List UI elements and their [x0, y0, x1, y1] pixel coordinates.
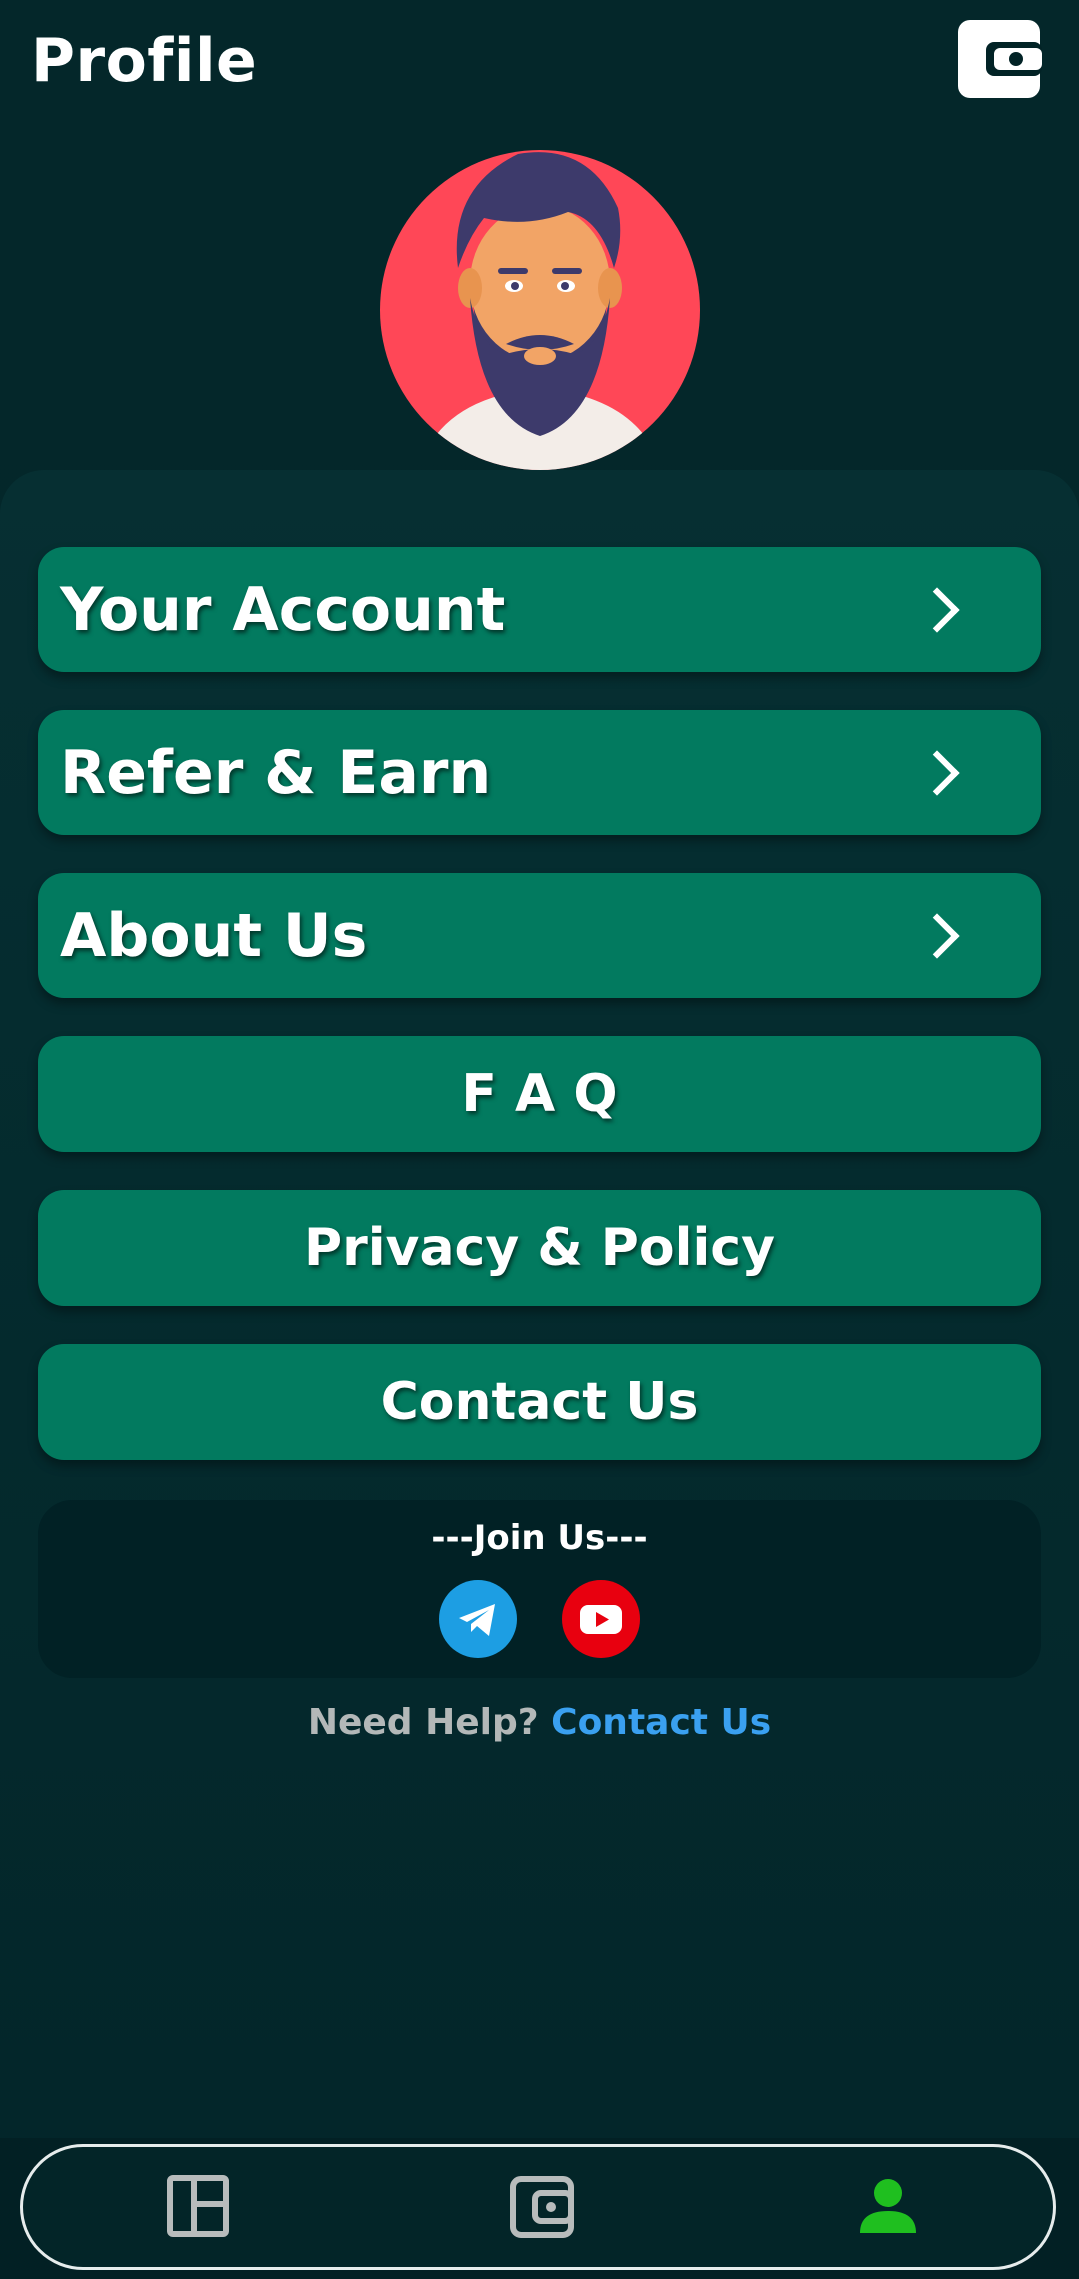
- page-title: Profile: [31, 26, 258, 96]
- nav-wallet[interactable]: [509, 2173, 575, 2239]
- youtube-icon: [580, 1605, 622, 1634]
- help-line: Need Help? Contact Us: [0, 1702, 1079, 1743]
- join-us-card: ---Join Us---: [38, 1500, 1041, 1678]
- wallet-button[interactable]: [956, 18, 1042, 100]
- bottom-nav: [20, 2144, 1056, 2270]
- need-help-text: Need Help?: [307, 1702, 552, 1743]
- your-account-label: Your Account: [60, 574, 506, 645]
- wallet-icon: [510, 2176, 574, 2238]
- contact-us-label: Contact Us: [380, 1372, 699, 1432]
- youtube-button[interactable]: [562, 1580, 640, 1658]
- telegram-icon: [459, 1604, 495, 1636]
- nav-dashboard[interactable]: [165, 2173, 231, 2239]
- wallet-icon: [958, 20, 1042, 98]
- privacy-policy-label: Privacy & Policy: [303, 1218, 776, 1278]
- profile-icon: [860, 2179, 916, 2233]
- chevron-right-icon: [914, 912, 960, 959]
- faq-label: F A Q: [461, 1064, 618, 1124]
- about-us-button[interactable]: About Us: [38, 873, 1041, 998]
- join-us-title: ---Join Us---: [431, 1518, 648, 1558]
- avatar: [378, 148, 702, 472]
- contact-us-link[interactable]: Contact Us: [551, 1702, 771, 1743]
- refer-earn-button[interactable]: Refer & Earn: [38, 710, 1041, 835]
- nav-profile[interactable]: [855, 2173, 921, 2239]
- dashboard-icon: [167, 2175, 229, 2237]
- telegram-button[interactable]: [439, 1580, 517, 1658]
- faq-button[interactable]: F A Q: [38, 1036, 1041, 1152]
- about-us-label: About Us: [60, 900, 368, 971]
- contact-us-button[interactable]: Contact Us: [38, 1344, 1041, 1460]
- chevron-right-icon: [914, 586, 960, 633]
- refer-earn-label: Refer & Earn: [60, 737, 492, 808]
- chevron-right-icon: [914, 749, 960, 796]
- your-account-button[interactable]: Your Account: [38, 547, 1041, 672]
- privacy-policy-button[interactable]: Privacy & Policy: [38, 1190, 1041, 1306]
